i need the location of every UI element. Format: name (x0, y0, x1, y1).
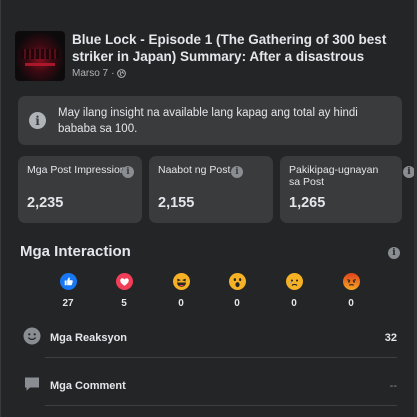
info-icon[interactable]: i (231, 166, 243, 178)
reaction-count: 0 (348, 298, 354, 309)
notice-text: May ilang insight na available lang kapa… (58, 106, 358, 135)
metric-value: 1,265 (289, 195, 326, 211)
metric-card-impressions: Mga Post Impression 2,235 i (18, 156, 142, 223)
reaction-count: 0 (291, 298, 297, 309)
globe-icon (117, 69, 127, 78)
comment-icon (23, 375, 41, 398)
haha-icon (172, 273, 190, 290)
metric-value: 2,235 (27, 195, 64, 211)
post-date-row: Marso 7 · (72, 68, 398, 79)
reaction-count: 5 (121, 298, 127, 309)
metric-value: 2,155 (158, 195, 195, 211)
comments-row[interactable]: Mga Comment -- (23, 376, 397, 396)
like-icon (59, 273, 77, 290)
divider (45, 357, 397, 358)
metric-label: Pakikipag-ugnayan sa Post (289, 164, 379, 188)
reaction-haha: 0 (169, 273, 193, 309)
post-meta: Blue Lock - Episode 1 (The Gathering of … (72, 31, 398, 81)
row-value: 32 (384, 332, 397, 344)
info-icon[interactable]: i (122, 166, 134, 178)
post-insights-panel: Blue Lock - Episode 1 (The Gathering of … (0, 0, 417, 417)
metric-card-reach: Naabot ng Post 2,155 i (149, 156, 273, 223)
reaction-angry: 0 (339, 273, 363, 309)
info-icon: i (29, 112, 46, 129)
reaction-count: 0 (178, 298, 184, 309)
reaction-count: 0 (234, 298, 240, 309)
angry-icon (342, 273, 360, 290)
date-separator: · (111, 68, 115, 79)
reactions-row[interactable]: Mga Reaksyon 32 (23, 327, 397, 350)
interactions-title: Mga Interaction (20, 243, 131, 260)
post-title[interactable]: Blue Lock - Episode 1 (The Gathering of … (72, 31, 398, 65)
metric-label: Mga Post Impression (27, 164, 126, 176)
metric-card-engagement: Pakikipag-ugnayan sa Post 1,265 (280, 156, 402, 223)
post-header[interactable]: Blue Lock - Episode 1 (The Gathering of … (15, 31, 409, 81)
reaction-like: 27 (56, 273, 80, 309)
reaction-count: 27 (62, 298, 74, 309)
metric-label: Naabot ng Post (158, 164, 231, 176)
post-thumbnail[interactable] (15, 31, 65, 81)
insights-notice: i May ilang insight na available lang ka… (18, 96, 402, 145)
divider (45, 405, 397, 406)
wow-icon (228, 273, 246, 290)
reaction-wow: 0 (225, 273, 249, 309)
row-value: -- (389, 380, 397, 392)
post-date: Marso 7 (72, 68, 109, 79)
love-icon (115, 273, 133, 290)
row-label: Mga Comment (50, 380, 126, 392)
info-icon[interactable]: i (388, 247, 400, 259)
sad-icon (285, 273, 303, 290)
smiley-icon (23, 327, 41, 350)
row-label: Mga Reaksyon (50, 332, 128, 344)
reaction-love: 5 (112, 273, 136, 309)
reaction-sad: 0 (282, 273, 306, 309)
